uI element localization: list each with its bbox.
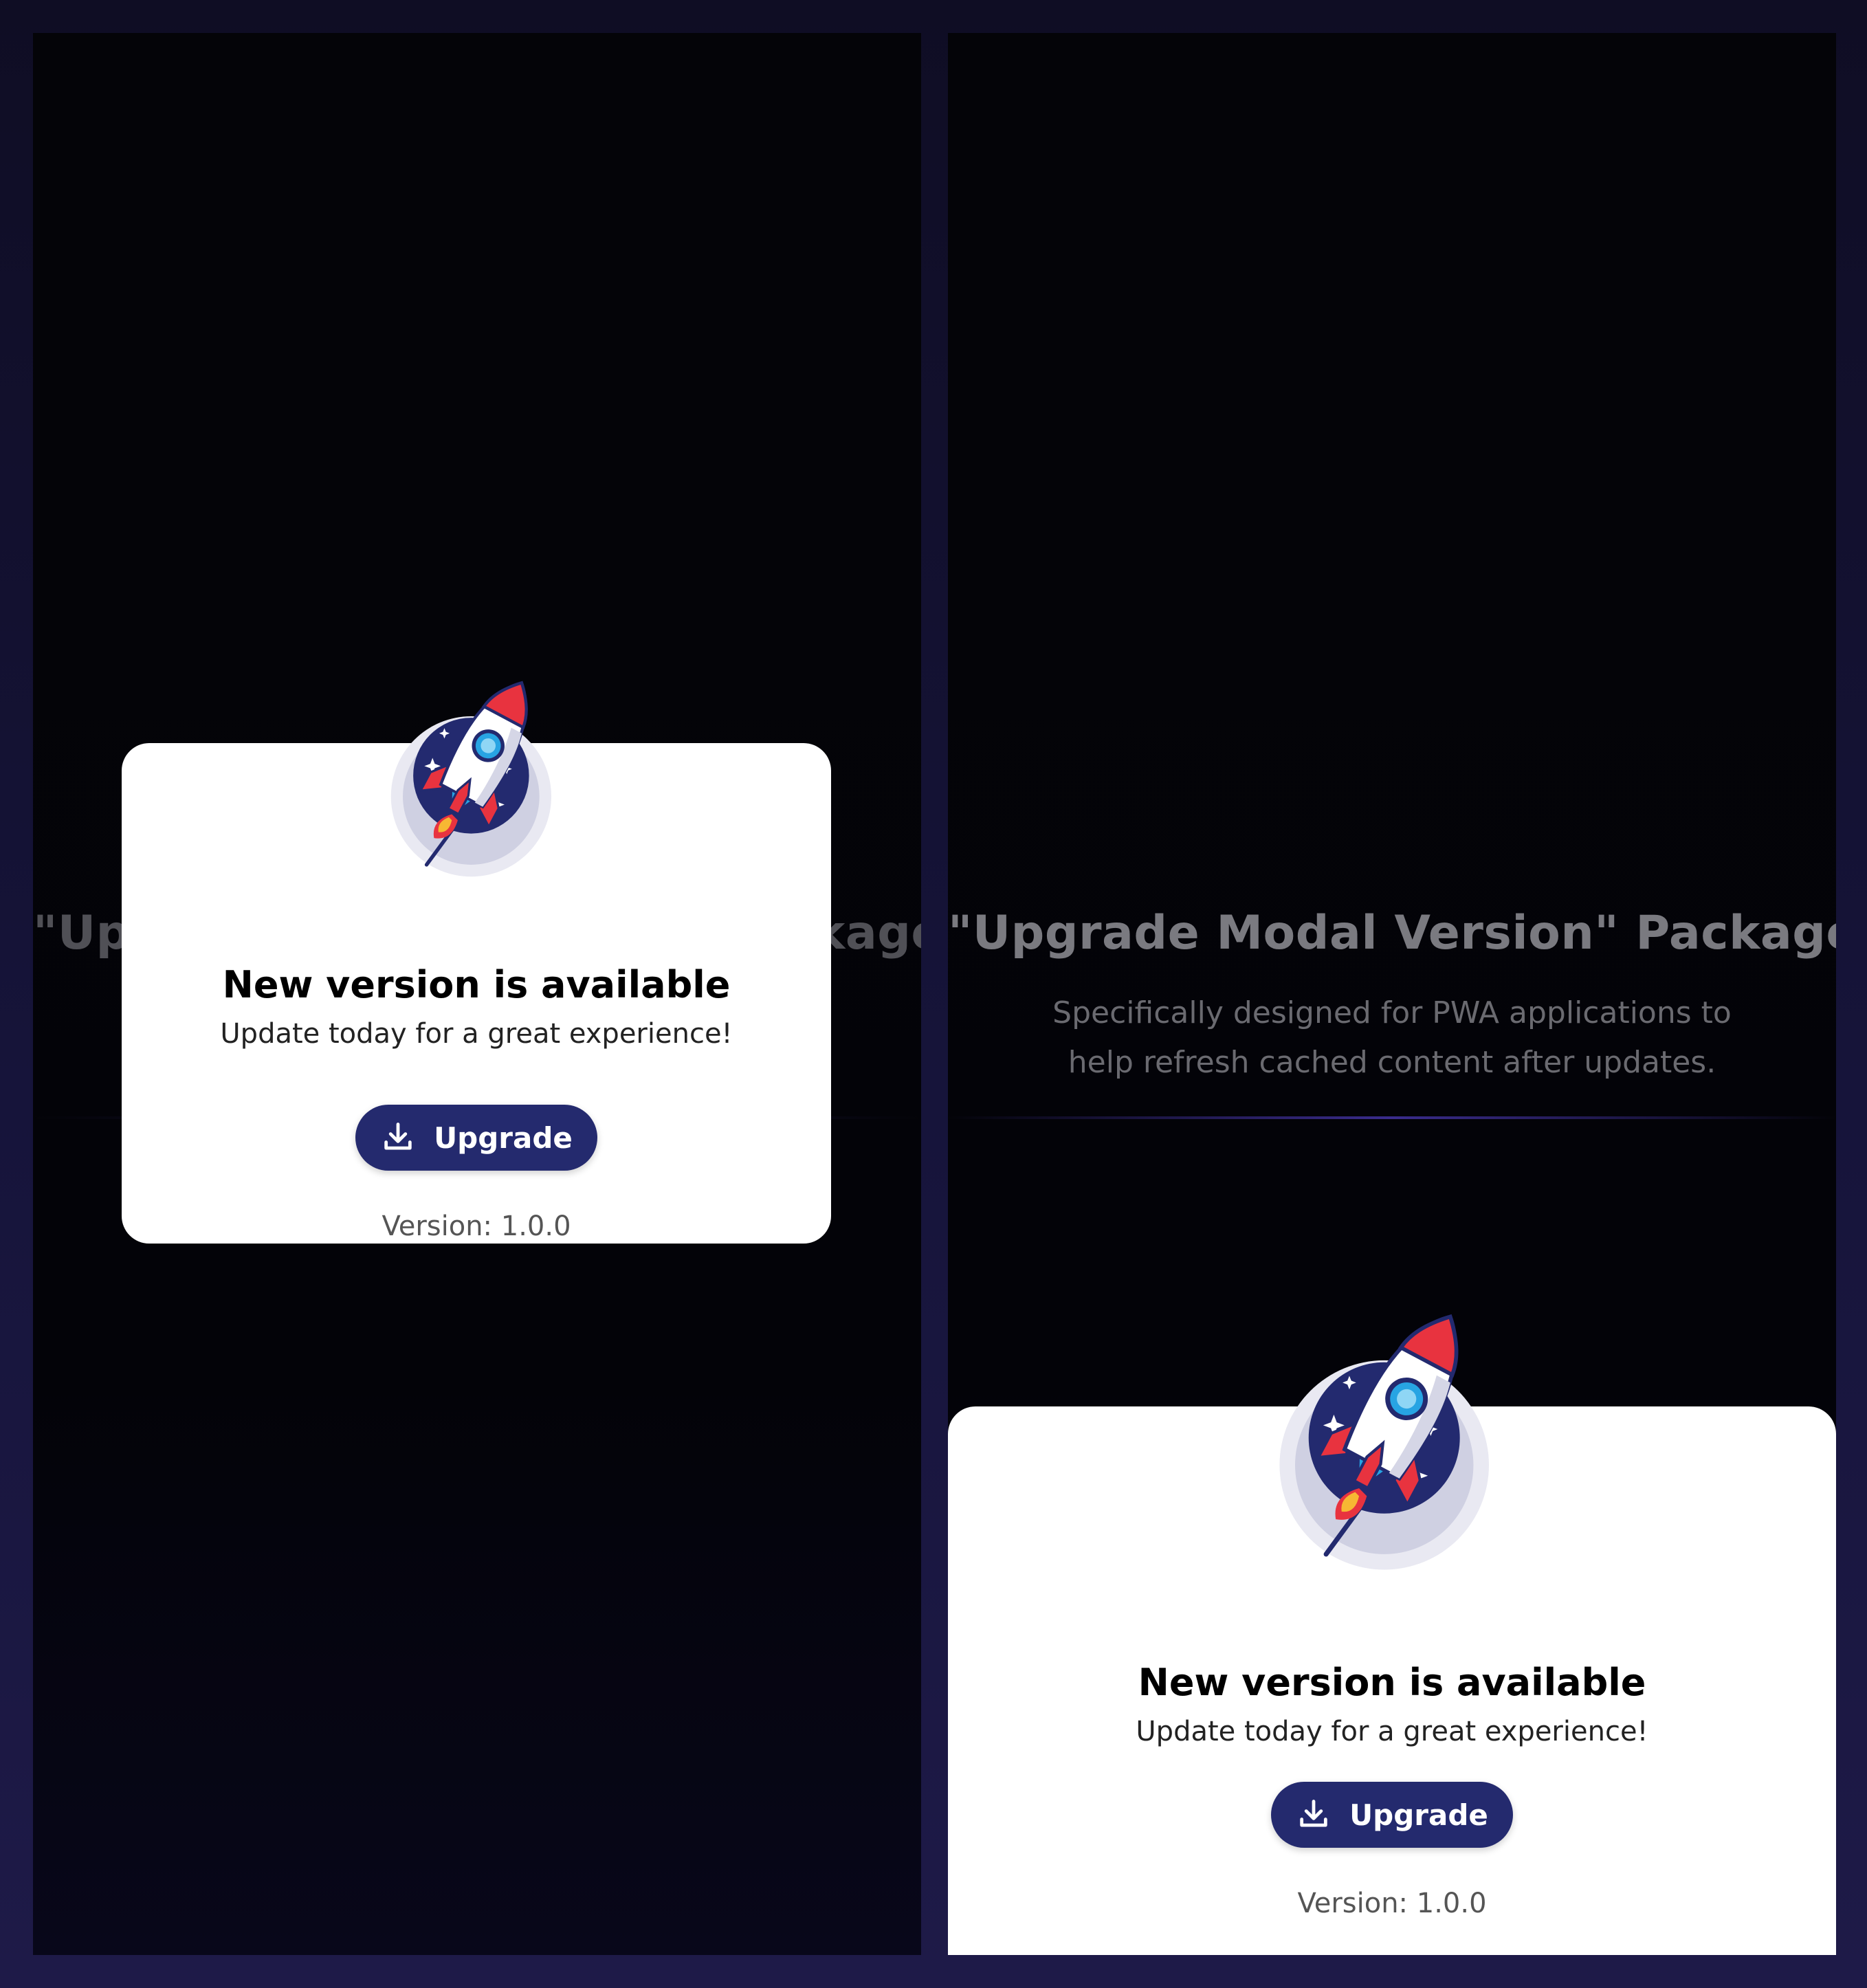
upgrade-button[interactable]: Upgrade (355, 1105, 597, 1171)
upgrade-button-label: Upgrade (1349, 1798, 1488, 1832)
divider (948, 1116, 1836, 1119)
preview-panel-right: "Upgrade Modal Version" Package Specific… (948, 33, 1836, 1955)
modal-title: New version is available (1138, 1661, 1646, 1704)
modal-subtitle: Update today for a great experience! (1136, 1716, 1648, 1747)
page-subtitle: Specifically designed for PWA applicatio… (1052, 995, 1732, 1080)
version-text: Version: 1.0.0 (1297, 1888, 1487, 1919)
version-text: Version: 1.0.0 (382, 1211, 571, 1242)
download-icon (1296, 1797, 1332, 1833)
modal-subtitle: Update today for a great experience! (220, 1018, 733, 1050)
rocket-icon (329, 633, 626, 930)
modal-title: New version is available (222, 963, 731, 1006)
preview-panel-left: "Upgrade Modal Version" Package Specific… (33, 33, 921, 1955)
upgrade-modal: New version is available Update today fo… (122, 743, 831, 1244)
upgrade-bottom-sheet: New version is available Update today fo… (948, 1406, 1836, 1955)
page-title: "Upgrade Modal Version" Package (948, 906, 1836, 960)
upgrade-button[interactable]: Upgrade (1271, 1782, 1513, 1848)
rocket-icon (1198, 1252, 1586, 1639)
upgrade-button-label: Upgrade (434, 1120, 573, 1155)
download-icon (380, 1120, 416, 1156)
